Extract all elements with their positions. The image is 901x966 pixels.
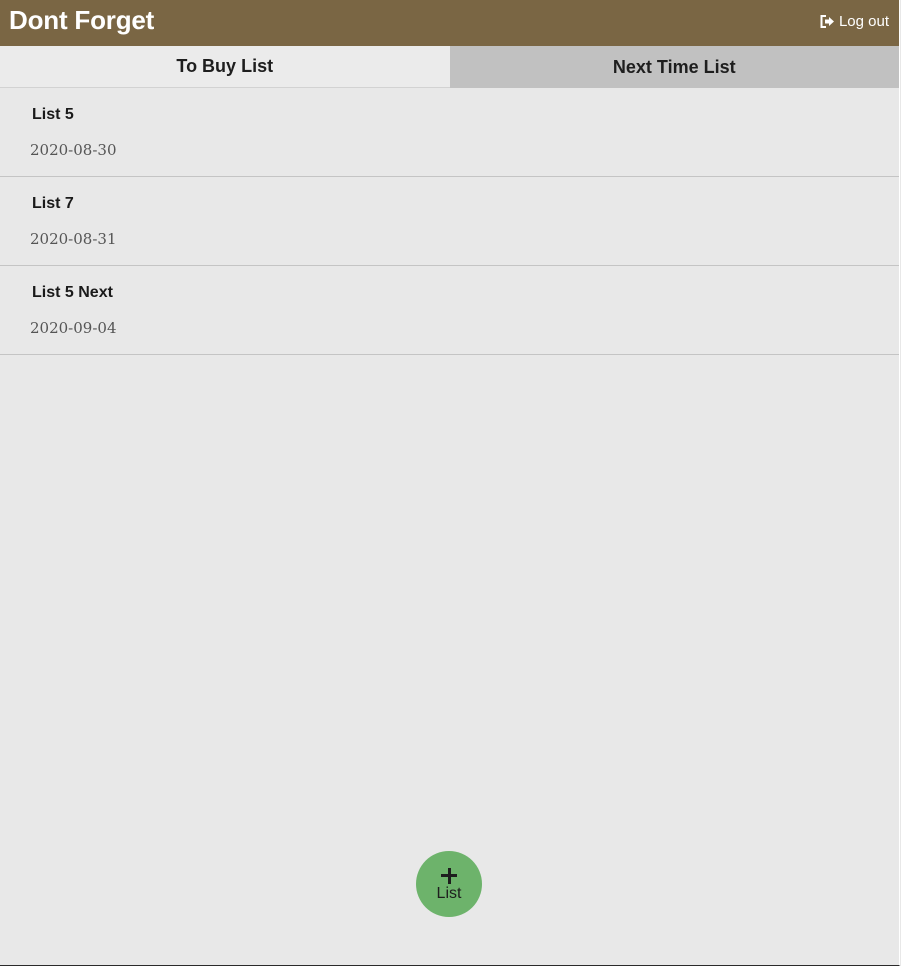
- list-name: List 7: [32, 195, 74, 212]
- list-item[interactable]: List 7 2020-08-31: [0, 177, 899, 266]
- add-list-button[interactable]: List: [416, 851, 482, 917]
- list-item[interactable]: List 5 Next 2020-09-04: [0, 266, 899, 355]
- list-date: 2020-08-31: [30, 230, 117, 248]
- tab-next-time-list[interactable]: Next Time List: [449, 46, 899, 88]
- list-name: List 5 Next: [32, 284, 113, 301]
- app-container: Dont Forget Log out To Buy List Next Tim…: [0, 0, 900, 966]
- logout-label: Log out: [838, 13, 889, 30]
- add-list-label: List: [436, 884, 462, 902]
- list-container: List 5 2020-08-30 List 7 2020-08-31 List…: [0, 88, 899, 355]
- tab-to-buy-list[interactable]: To Buy List: [0, 46, 450, 88]
- list-name: List 5: [32, 106, 74, 123]
- app-header: Dont Forget Log out: [0, 0, 899, 46]
- tab-label: Next Time List: [612, 56, 736, 77]
- sign-out-icon: [820, 15, 834, 28]
- tab-bar: To Buy List Next Time List: [0, 46, 899, 88]
- logout-button[interactable]: Log out: [820, 13, 889, 30]
- plus-icon: [441, 867, 457, 884]
- tab-label: To Buy List: [176, 56, 274, 76]
- list-item[interactable]: List 5 2020-08-30: [0, 88, 899, 177]
- list-date: 2020-08-30: [30, 141, 117, 159]
- list-date: 2020-09-04: [30, 319, 117, 337]
- app-title: Dont Forget: [9, 4, 155, 35]
